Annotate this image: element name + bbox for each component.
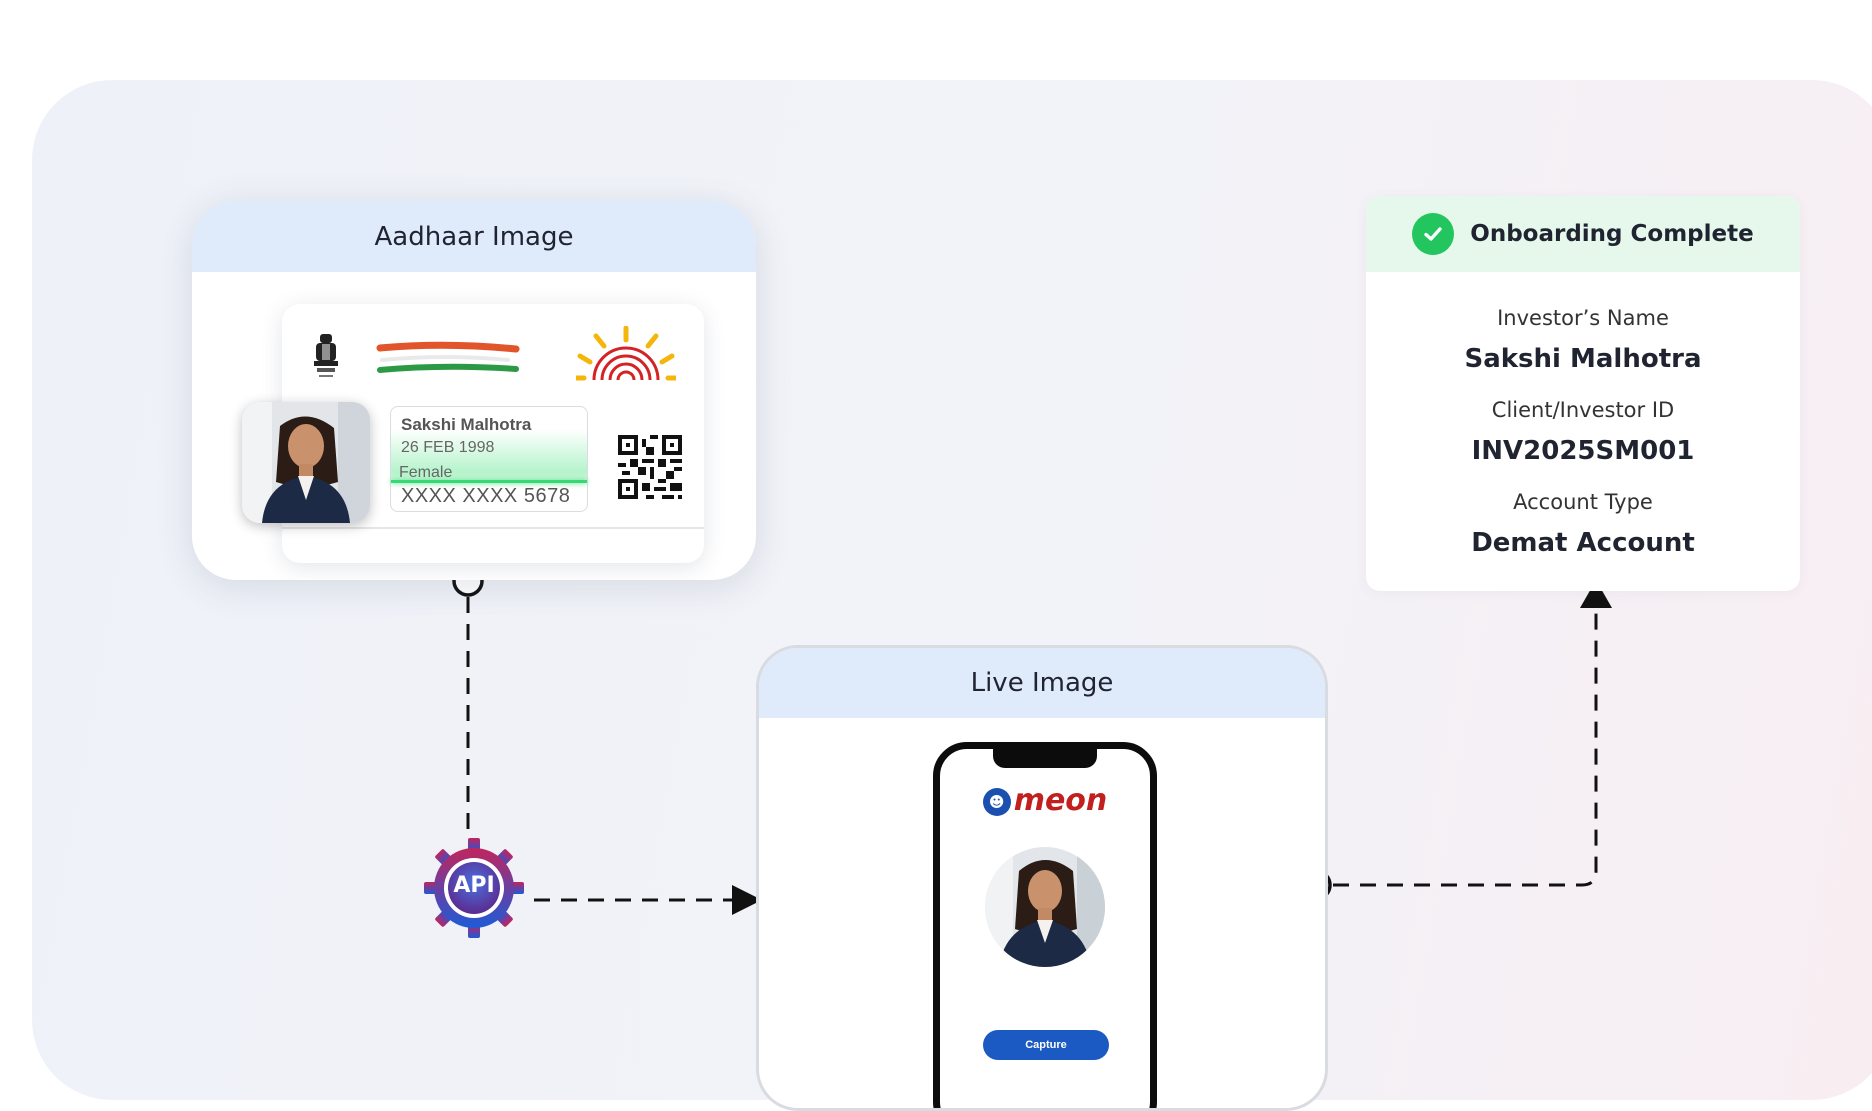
aadhaar-card-header: Aadhaar Image — [192, 201, 756, 272]
phone-mockup: ☻ meon Capture — [933, 742, 1157, 1108]
aadhaar-photo — [242, 402, 370, 523]
client-id-value: INV2025SM001 — [1471, 436, 1695, 466]
onboarding-complete-card: Onboarding Complete Investor’s Name Saks… — [1366, 196, 1800, 591]
id-card-divider — [282, 527, 704, 529]
aadhaar-image-card: Aadhaar Image Sakshi Malhotra 26 FEB 199… — [192, 201, 756, 580]
onboarding-title: Onboarding Complete — [1470, 221, 1754, 247]
account-type-value: Demat Account — [1471, 528, 1695, 558]
aadhaar-dob: 26 FEB 1998 — [401, 439, 495, 456]
live-selfie-photo — [985, 847, 1105, 967]
live-image-card: Live Image ☻ meon Capture — [756, 645, 1328, 1111]
qr-code-icon — [618, 435, 682, 499]
aadhaar-details-box: Sakshi Malhotra 26 FEB 1998 Female XXXX … — [390, 406, 588, 512]
aadhaar-fingerprint-logo-icon — [576, 326, 676, 381]
aadhaar-card-title: Aadhaar Image — [374, 221, 574, 252]
live-card-title: Live Image — [970, 668, 1114, 698]
api-label: API — [453, 873, 495, 898]
tricolor-stripes-icon — [376, 341, 520, 373]
investor-name-value: Sakshi Malhotra — [1464, 344, 1702, 374]
meon-brand-text: meon — [1013, 783, 1108, 818]
meon-logo: ☻ meon — [940, 783, 1150, 818]
capture-button[interactable]: Capture — [983, 1030, 1109, 1060]
onboarding-card-header: Onboarding Complete — [1366, 196, 1800, 272]
phone-notch — [993, 747, 1097, 768]
live-card-header: Live Image — [759, 648, 1325, 718]
aadhaar-number: XXXX XXXX 5678 — [401, 485, 571, 507]
person-portrait-icon — [985, 847, 1105, 967]
meon-logo-icon: ☻ — [982, 787, 1011, 816]
account-type-label: Account Type — [1513, 490, 1653, 514]
emblem-icon — [314, 334, 338, 377]
aadhaar-holder-name: Sakshi Malhotra — [401, 415, 532, 434]
check-circle-icon — [1412, 213, 1455, 255]
aadhaar-gender: Female — [399, 464, 453, 481]
person-portrait-icon — [242, 402, 370, 523]
investor-name-label: Investor’s Name — [1497, 306, 1669, 330]
client-id-label: Client/Investor ID — [1491, 398, 1675, 422]
connector-live-to-onboarding — [1333, 612, 1598, 887]
